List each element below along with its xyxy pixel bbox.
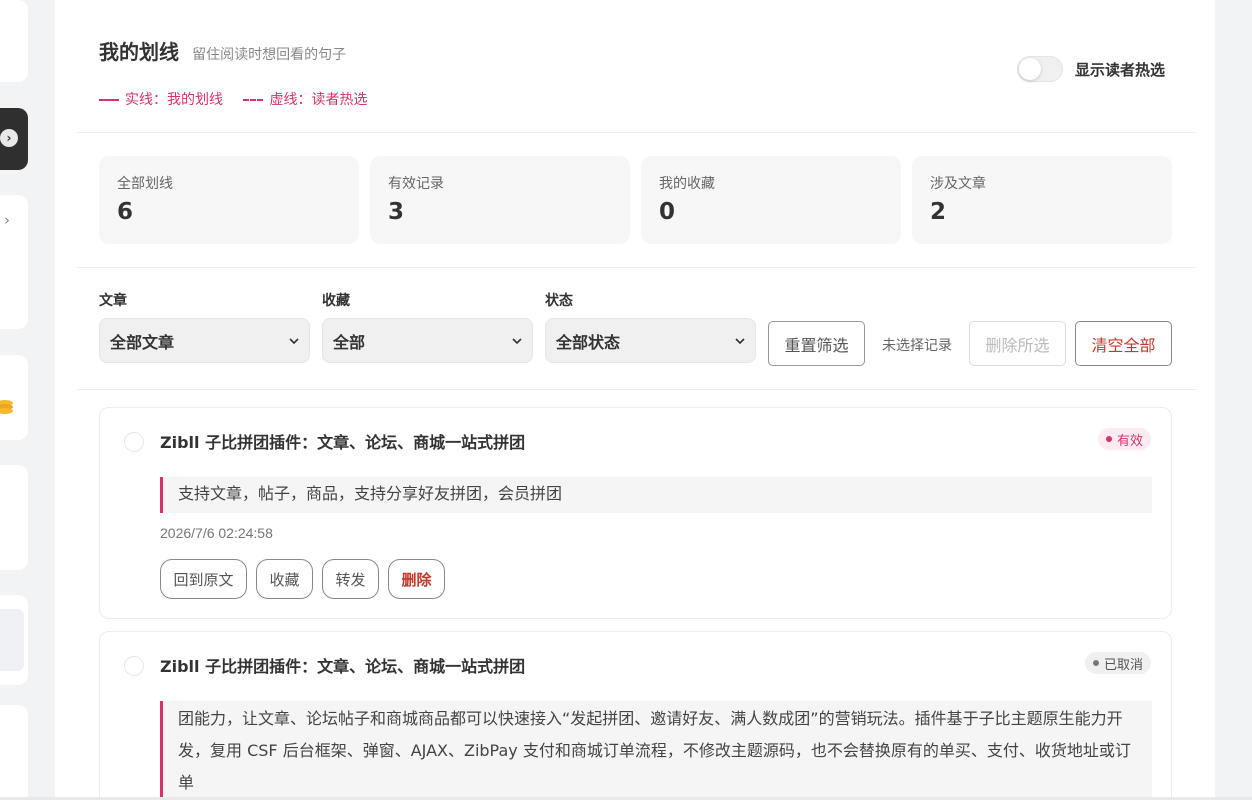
stat-label: 全部划线 (117, 176, 173, 192)
arrow-circle-icon[interactable]: › (0, 129, 18, 147)
coins-icon (0, 400, 13, 414)
divider (77, 132, 1197, 133)
sidebar-placeholder (0, 609, 24, 671)
article-title[interactable]: Zibll 子比拼团插件：文章、论坛、商城一站式拼团 (160, 653, 525, 677)
highlight-card: Zibll 子比拼团插件：文章、论坛、商城一站式拼团 有效 支持文章，帖子，商品… (99, 407, 1172, 619)
highlight-quote: 团能力，让文章、论坛帖子和商城商品都可以快速接入“发起拼团、邀请好友、满人数成团… (160, 701, 1152, 800)
solid-line-icon (99, 99, 119, 101)
divider (77, 389, 1197, 390)
reader-hot-toggle-wrap: 显示读者热选 (1017, 56, 1165, 82)
stats-row: 全部划线 6 有效记录 3 我的收藏 0 涉及文章 2 (99, 156, 1172, 244)
favorite-filter: 收藏 全部 (322, 290, 533, 363)
select-value: 全部状态 (556, 332, 621, 352)
highlight-card: Zibll 子比拼团插件：文章、论坛、商城一站式拼团 已取消 团能力，让文章、论… (99, 631, 1172, 800)
toggle-knob (1019, 58, 1041, 80)
stat-label: 涉及文章 (930, 176, 986, 192)
sidebar-dark-card[interactable]: › (0, 108, 28, 170)
status-text: 有效 (1116, 433, 1143, 449)
select-value: 全部 (333, 332, 366, 352)
divider (77, 267, 1197, 268)
select-checkbox[interactable] (124, 432, 144, 452)
stat-value: 6 (117, 199, 134, 225)
status-filter: 状态 全部状态 (545, 290, 756, 363)
stat-label: 有效记录 (388, 176, 444, 192)
select-value: 全部文章 (110, 332, 175, 352)
chevron-down-icon (289, 337, 299, 344)
share-button[interactable]: 转发 (322, 559, 379, 599)
article-select[interactable]: 全部文章 (99, 318, 310, 363)
stat-value: 0 (659, 199, 676, 225)
sidebar-card: › (0, 195, 28, 329)
favorite-select[interactable]: 全部 (322, 318, 533, 363)
favorite-button[interactable]: 收藏 (256, 559, 313, 599)
back-to-source-button[interactable]: 回到原文 (160, 559, 247, 599)
status-text: 已取消 (1103, 657, 1143, 673)
stat-value: 3 (388, 199, 405, 225)
stat-my-favorites: 我的收藏 0 (641, 156, 901, 244)
selection-status: 未选择记录 (882, 338, 952, 354)
status-select[interactable]: 全部状态 (545, 318, 756, 363)
filter-label: 文章 (99, 293, 127, 309)
stat-value: 2 (930, 199, 947, 225)
chevron-right-icon[interactable]: › (4, 211, 10, 229)
status-dot-icon (1105, 436, 1112, 442)
toggle-label: 显示读者热选 (1075, 60, 1166, 79)
stat-all-highlights: 全部划线 6 (99, 156, 359, 244)
stat-valid-records: 有效记录 3 (370, 156, 630, 244)
chevron-down-icon (512, 337, 522, 344)
legend-dashed-label: 虚线：读者热选 (269, 92, 368, 108)
highlights-panel: 我的划线 留住阅读时想回看的句子 实线：我的划线 虚线：读者热选 显示读者热选 … (55, 0, 1215, 800)
article-title[interactable]: Zibll 子比拼团插件：文章、论坛、商城一站式拼团 (160, 429, 525, 453)
line-legend: 实线：我的划线 虚线：读者热选 (99, 89, 367, 109)
filter-label: 状态 (545, 293, 573, 309)
page-subtitle: 留住阅读时想回看的句子 (192, 47, 347, 63)
delete-button[interactable]: 删除 (388, 559, 445, 599)
article-filter: 文章 全部文章 (99, 290, 310, 363)
status-badge: 已取消 (1084, 652, 1151, 674)
timestamp: 2026/7/6 02:24:58 (160, 525, 273, 541)
highlight-quote: 支持文章，帖子，商品，支持分享好友拼团，会员拼团 (160, 477, 1152, 513)
status-badge: 有效 (1097, 428, 1151, 450)
select-checkbox[interactable] (124, 656, 144, 676)
status-dot-icon (1092, 660, 1099, 666)
stat-label: 我的收藏 (659, 176, 715, 192)
sidebar-card (0, 705, 28, 800)
stat-articles: 涉及文章 2 (912, 156, 1172, 244)
sidebar-card (0, 0, 28, 82)
dashed-line-icon (243, 99, 264, 101)
sidebar-card (0, 465, 28, 570)
legend-solid-label: 实线：我的划线 (125, 92, 223, 108)
sidebar-card (0, 595, 28, 685)
chevron-down-icon (735, 337, 745, 344)
card-actions: 回到原文 收藏 转发 删除 (160, 559, 445, 599)
filter-label: 收藏 (322, 293, 350, 309)
sidebar-card (0, 355, 28, 440)
page-header: 我的划线 留住阅读时想回看的句子 (99, 36, 346, 65)
reset-filter-button[interactable]: 重置筛选 (768, 321, 865, 366)
reader-hot-toggle[interactable] (1017, 56, 1063, 82)
clear-all-button[interactable]: 清空全部 (1075, 321, 1172, 366)
delete-selected-button[interactable]: 删除所选 (969, 321, 1066, 366)
page-title: 我的划线 (99, 40, 179, 64)
